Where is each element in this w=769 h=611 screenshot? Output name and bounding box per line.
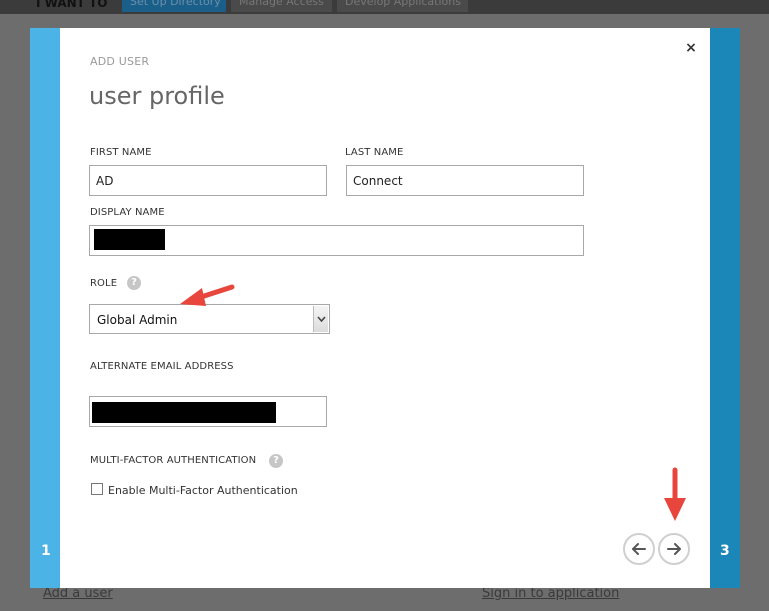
- background-header: I WANT TO Set Up Directory Manage Access…: [0, 0, 769, 14]
- first-name-label: FIRST NAME: [90, 147, 152, 158]
- arrow-right-icon: [667, 543, 681, 555]
- arrow-left-icon: [632, 543, 646, 555]
- role-label: ROLE: [90, 278, 118, 289]
- tab-set-up-directory[interactable]: Set Up Directory: [122, 0, 226, 12]
- sign-in-link[interactable]: Sign in to application: [482, 586, 619, 601]
- redacted-block: [92, 402, 276, 423]
- alt-email-field[interactable]: [89, 396, 327, 427]
- background-title: I WANT TO: [36, 0, 108, 10]
- wizard-step-previous: 1: [30, 28, 60, 588]
- first-name-field[interactable]: [89, 165, 327, 196]
- last-name-label: LAST NAME: [345, 147, 404, 158]
- alt-email-label: ALTERNATE EMAIL ADDRESS: [90, 361, 234, 372]
- step-number-left: 1: [41, 543, 51, 559]
- chevron-down-icon[interactable]: [313, 306, 328, 332]
- next-button[interactable]: [658, 533, 690, 565]
- mfa-checkbox[interactable]: [91, 483, 103, 495]
- mfa-checkbox-label: Enable Multi-Factor Authentication: [108, 484, 298, 497]
- display-name-field[interactable]: [89, 225, 584, 256]
- help-icon[interactable]: ?: [127, 276, 141, 290]
- background-footer: [0, 588, 769, 611]
- mfa-label: MULTI-FACTOR AUTHENTICATION: [90, 455, 257, 466]
- page-title: user profile: [89, 82, 225, 110]
- add-user-dialog: × ADD USER user profile FIRST NAME LAST …: [60, 28, 710, 588]
- display-name-label: DISPLAY NAME: [90, 207, 165, 218]
- role-select-value: Global Admin: [97, 313, 178, 327]
- add-user-link[interactable]: Add a user: [43, 586, 113, 601]
- redacted-block: [94, 229, 165, 250]
- dialog-overline: ADD USER: [90, 55, 150, 68]
- last-name-field[interactable]: [346, 165, 584, 196]
- role-select[interactable]: Global Admin: [89, 304, 330, 334]
- wizard-step-next: 3: [710, 28, 740, 588]
- close-icon[interactable]: ×: [684, 41, 698, 55]
- help-icon[interactable]: ?: [269, 454, 283, 468]
- tab-develop-applications[interactable]: Develop Applications: [337, 0, 468, 12]
- back-button[interactable]: [623, 533, 655, 565]
- step-number-right: 3: [720, 543, 730, 559]
- tab-manage-access[interactable]: Manage Access: [231, 0, 332, 12]
